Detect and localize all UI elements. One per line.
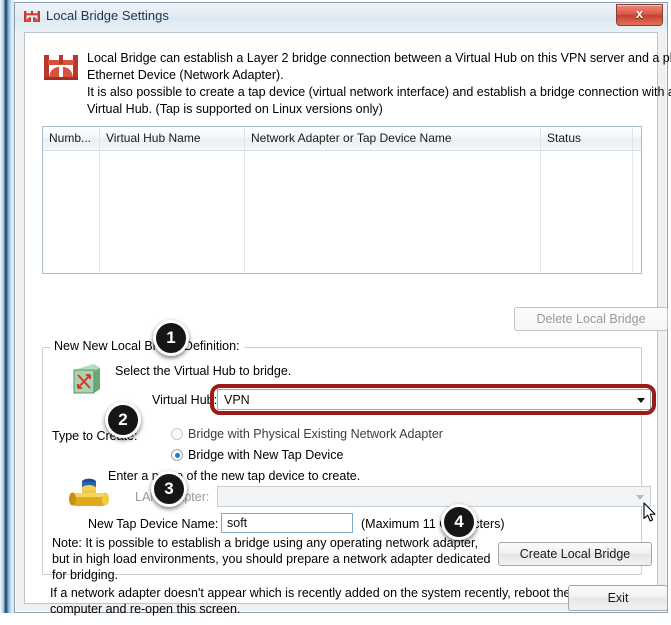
virtual-hub-switch-icon [70, 362, 104, 396]
close-button[interactable]: x [616, 4, 663, 26]
window-title: Local Bridge Settings [46, 8, 169, 23]
delete-local-bridge-button[interactable]: Delete Local Bridge [514, 307, 668, 331]
list-header-row: Numb... Virtual Hub Name Network Adapter… [43, 127, 641, 151]
bridge-icon [24, 10, 40, 23]
column-header-network-adapter[interactable]: Network Adapter or Tap Device Name [245, 127, 541, 150]
virtual-hub-combobox[interactable]: VPN [217, 389, 651, 410]
close-icon: x [635, 6, 644, 21]
local-bridge-list[interactable]: Numb... Virtual Hub Name Network Adapter… [42, 126, 642, 274]
column-header-filler [633, 127, 641, 150]
annotation-badge-4: 4 [441, 504, 477, 540]
radio-tap-label: Bridge with New Tap Device [188, 448, 344, 462]
tap-device-pipe-icon [69, 476, 109, 512]
group-label: New New Local Bridge Definition: [50, 339, 244, 353]
note-line: for bridging. [52, 568, 119, 582]
radio-icon-checked [171, 449, 183, 461]
footer-line: If a network adapter doesn't appear whic… [50, 586, 571, 600]
radio-physical-label: Bridge with Physical Existing Network Ad… [188, 427, 443, 441]
column-header-status[interactable]: Status [541, 127, 633, 150]
column-header-number[interactable]: Numb... [43, 127, 100, 150]
exit-button[interactable]: Exit [568, 585, 668, 611]
radio-bridge-physical-adapter[interactable]: Bridge with Physical Existing Network Ad… [171, 427, 443, 441]
create-local-bridge-button[interactable]: Create Local Bridge [498, 542, 652, 566]
chevron-down-icon [636, 495, 644, 500]
annotation-badge-2: 2 [105, 402, 141, 438]
new-tap-device-name-input[interactable] [221, 513, 353, 533]
note-line: but in high load environments, you shoul… [52, 552, 491, 566]
radio-bridge-new-tap-device[interactable]: Bridge with New Tap Device [171, 448, 343, 462]
bridge-icon [44, 53, 78, 81]
bridge-note-text: Note: It is possible to establish a brid… [52, 535, 491, 583]
tap-device-hint: Enter a name of the new tap device to cr… [108, 469, 361, 483]
tap-name-max-hint: (Maximum 11 Characters) [361, 517, 505, 531]
virtual-hub-field-label: Virtual Hub: [152, 393, 218, 407]
mouse-cursor-icon [643, 502, 657, 523]
footer-line: computer and re-open this screen. [50, 602, 241, 616]
virtual-hub-selected-value: VPN [224, 393, 250, 407]
annotation-badge-1: 1 [153, 320, 189, 356]
grid-line [99, 151, 100, 273]
note-line: Note: It is possible to establish a brid… [52, 536, 478, 550]
list-body-empty[interactable] [43, 151, 641, 273]
radio-icon-unchecked [171, 428, 183, 440]
chevron-down-icon[interactable] [637, 398, 645, 403]
description-line: It is also possible to create a tap devi… [87, 85, 671, 99]
annotation-badge-3: 3 [151, 471, 187, 507]
grid-line [540, 151, 541, 273]
local-bridge-settings-window: Local Bridge Settings x Local Bridge can… [14, 2, 671, 616]
dialog-client-area: Local Bridge can establish a Layer 2 bri… [24, 32, 671, 616]
footer-help-text: If a network adapter doesn't appear whic… [50, 585, 571, 617]
column-header-virtual-hub-name[interactable]: Virtual Hub Name [100, 127, 245, 150]
lan-adapter-combobox [217, 486, 651, 507]
description-line: Local Bridge can establish a Layer 2 bri… [87, 51, 671, 65]
grid-line [632, 151, 633, 273]
description-line: Virtual Hub. (Tap is supported on Linux … [87, 102, 383, 116]
new-tap-device-name-label: New Tap Device Name: [88, 517, 219, 531]
description-line: Ethernet Device (Network Adapter). [87, 68, 284, 82]
grid-line [244, 151, 245, 273]
titlebar: Local Bridge Settings x [15, 3, 667, 31]
select-hub-text: Select the Virtual Hub to bridge. [115, 364, 292, 378]
description-text: Local Bridge can establish a Layer 2 bri… [87, 50, 671, 118]
desktop-background-strip [0, 0, 14, 625]
